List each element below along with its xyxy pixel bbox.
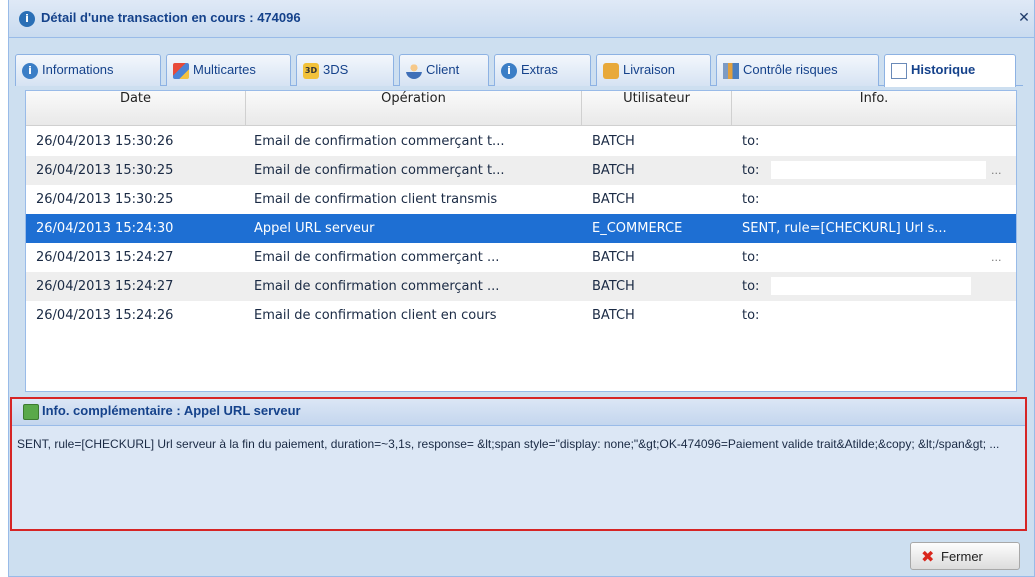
close-x-icon: ✖ [921,547,935,566]
tab-label: Multicartes [193,62,256,77]
cell-operation: Email de confirmation commerçant ... [254,279,500,294]
cell-date: 26/04/2013 15:30:25 [36,163,174,178]
document-arrow-icon [23,404,39,420]
cell-user: BATCH [592,279,635,294]
box-icon [603,63,619,79]
tab-client[interactable]: Client [399,54,489,86]
close-icon[interactable]: ✕ [1016,10,1032,26]
table-row[interactable]: 26/04/2013 15:30:25 Email de confirmatio… [26,185,1016,214]
user-icon [406,63,422,79]
cell-info: to: [742,134,760,149]
table-row[interactable]: 26/04/2013 15:24:27 Email de confirmatio… [26,272,1016,301]
redacted-field [771,161,986,179]
info-panel-title: Info. complémentaire : Appel URL serveur [42,403,301,418]
cell-user: BATCH [592,250,635,265]
history-grid: Date Opération Utilisateur Info. 26/04/2… [25,90,1017,392]
tab-label: Historique [911,62,976,77]
info-icon: i [19,11,35,27]
tab-label: Informations [42,62,114,77]
tab-informations[interactable]: i Informations [15,54,161,86]
cards-icon [173,63,189,79]
cell-date: 26/04/2013 15:24:27 [36,250,174,265]
table-row[interactable]: 26/04/2013 15:30:26 Email de confirmatio… [26,127,1016,156]
tab-controle-risques[interactable]: Contrôle risques [716,54,879,86]
cell-date: 26/04/2013 15:30:26 [36,134,174,149]
lock-3ds-icon: 3D [303,63,319,79]
ellipsis-text: ... [991,251,1002,264]
tab-label: Extras [521,62,558,77]
cell-user: E_COMMERCE [592,221,683,236]
tab-label: 3DS [323,62,349,77]
tab-livraison[interactable]: Livraison [596,54,711,86]
cell-operation: Email de confirmation commerçant t... [254,134,505,149]
table-row-selected[interactable]: 26/04/2013 15:24:30 Appel URL serveur E_… [26,214,1016,243]
info-icon: i [22,63,38,79]
history-icon [891,63,907,79]
cell-date: 26/04/2013 15:24:27 [36,279,174,294]
close-button-label: Fermer [941,549,983,564]
cell-operation: Email de confirmation client en cours [254,308,497,323]
tab-label: Livraison [623,62,676,77]
table-row[interactable]: 26/04/2013 15:24:27 Email de confirmatio… [26,243,1016,272]
redacted-field [771,277,971,295]
window-title: Détail d'une transaction en cours : 4740… [41,10,301,25]
additional-info-panel: Info. complémentaire : Appel URL serveur… [10,397,1027,531]
tab-historique[interactable]: Historique [884,54,1016,87]
cell-info: to: [742,308,760,323]
info-panel-body: SENT, rule=[CHECKURL] Url serveur à la f… [17,437,1000,451]
cell-info: to: [742,250,760,265]
cell-user: BATCH [592,134,635,149]
tab-extras[interactable]: i Extras [494,54,591,86]
cell-user: BATCH [592,163,635,178]
table-row[interactable]: 26/04/2013 15:30:25 Email de confirmatio… [26,156,1016,185]
tab-multicartes[interactable]: Multicartes [166,54,291,86]
close-button[interactable]: ✖ Fermer [910,542,1020,570]
grid-header: Date Opération Utilisateur Info. [26,91,1016,126]
cell-info: SENT, rule=[CHECKURL] Url s... [742,221,947,236]
cell-operation: Email de confirmation commerçant t... [254,163,505,178]
tab-strip: i Informations Multicartes 3D 3DS Client… [15,54,1023,87]
tab-label: Client [426,62,460,77]
cell-date: 26/04/2013 15:30:25 [36,192,174,207]
column-header-operation[interactable]: Opération [246,91,582,126]
window-titlebar[interactable]: i Détail d'une transaction en cours : 47… [9,0,1034,38]
cell-operation: Email de confirmation client transmis [254,192,498,207]
column-header-info[interactable]: Info. [732,91,1016,126]
cell-operation: Appel URL serveur [254,221,375,236]
info-icon: i [501,63,517,79]
cell-operation: Email de confirmation commerçant ... [254,250,500,265]
risk-chart-icon [723,63,739,79]
column-header-date[interactable]: Date [26,91,246,126]
info-panel-header: Info. complémentaire : Appel URL serveur [12,399,1025,426]
tab-label: Contrôle risques [743,62,838,77]
tab-3ds[interactable]: 3D 3DS [296,54,394,86]
column-header-user[interactable]: Utilisateur [582,91,732,126]
cell-user: BATCH [592,308,635,323]
cell-date: 26/04/2013 15:24:26 [36,308,174,323]
cell-date: 26/04/2013 15:24:30 [36,221,174,236]
cell-info: to: [742,192,760,207]
ellipsis-text: ... [991,164,1002,177]
table-row[interactable]: 26/04/2013 15:24:26 Email de confirmatio… [26,301,1016,330]
cell-user: BATCH [592,192,635,207]
